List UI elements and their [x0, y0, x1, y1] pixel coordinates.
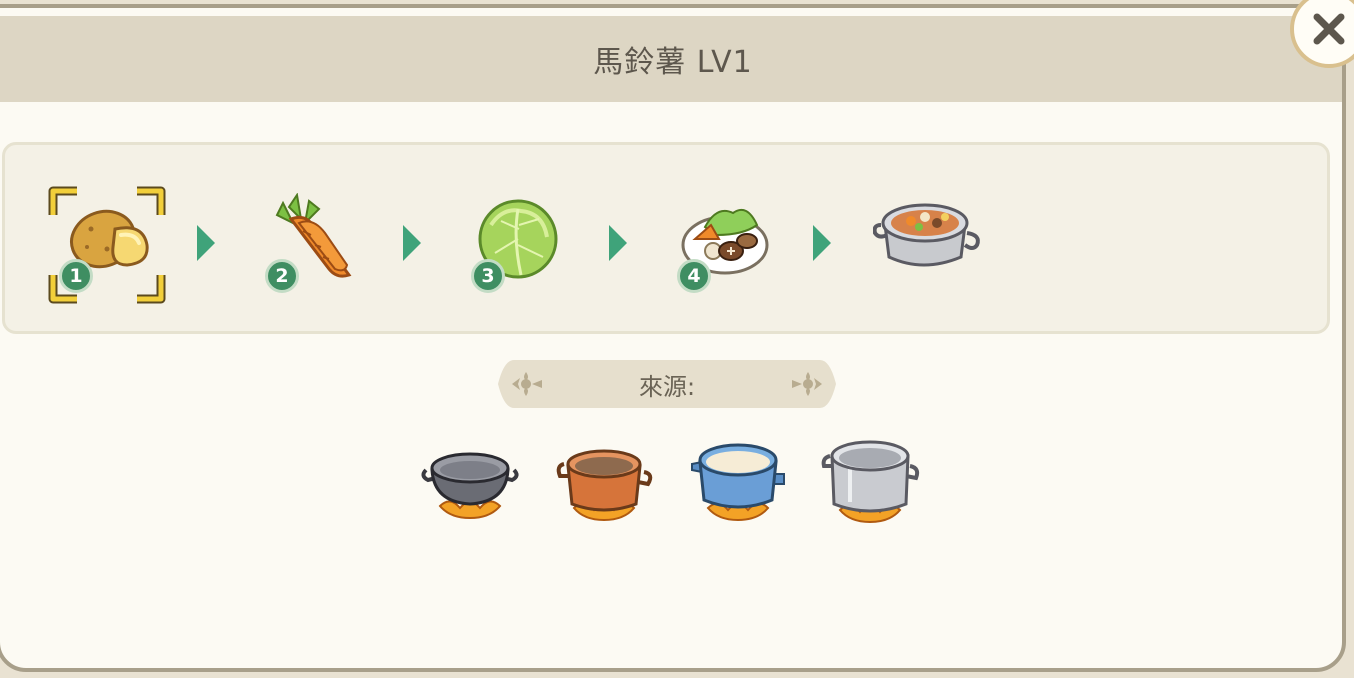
source-banner: 來源:: [496, 358, 838, 410]
close-icon: [1313, 13, 1345, 45]
arrow-right-icon: [197, 225, 215, 261]
page-title: 馬鈴薯 LV1: [593, 45, 753, 80]
source-label: 來源:: [638, 372, 696, 401]
source-item-blue-pot[interactable]: [688, 436, 788, 526]
merge-chain: 1 2 3 4: [2, 142, 1330, 334]
level-badge: 3: [471, 259, 505, 293]
source-item-steel-pot[interactable]: [820, 436, 920, 526]
level-badge: 4: [677, 259, 711, 293]
blue-pot-icon: [691, 443, 785, 522]
arrow-right-icon: [403, 225, 421, 261]
source-item-grey-wok[interactable]: [420, 436, 520, 526]
grey-wok-icon: [421, 452, 519, 520]
arrow-right-icon: [609, 225, 627, 261]
level-badge: 1: [59, 259, 93, 293]
chain-item-stew-pot[interactable]: [869, 185, 989, 305]
panel-header: 馬鈴薯 LV1: [0, 16, 1342, 102]
arrow-right-icon: [813, 225, 831, 261]
chain-item-potato[interactable]: 1: [47, 185, 167, 305]
copper-pot-icon: [556, 449, 653, 522]
chain-item-vegetable-plate[interactable]: 4: [665, 185, 785, 305]
level-badge: 2: [265, 259, 299, 293]
steel-pot-icon: [821, 440, 920, 524]
stew-pot-icon: [873, 203, 980, 267]
item-info-panel: 馬鈴薯 LV1 1 2 3 4 來源:: [0, 4, 1346, 672]
source-item-copper-pot[interactable]: [554, 436, 654, 526]
chain-item-cabbage[interactable]: 3: [459, 185, 579, 305]
chain-item-carrot[interactable]: 2: [253, 185, 373, 305]
